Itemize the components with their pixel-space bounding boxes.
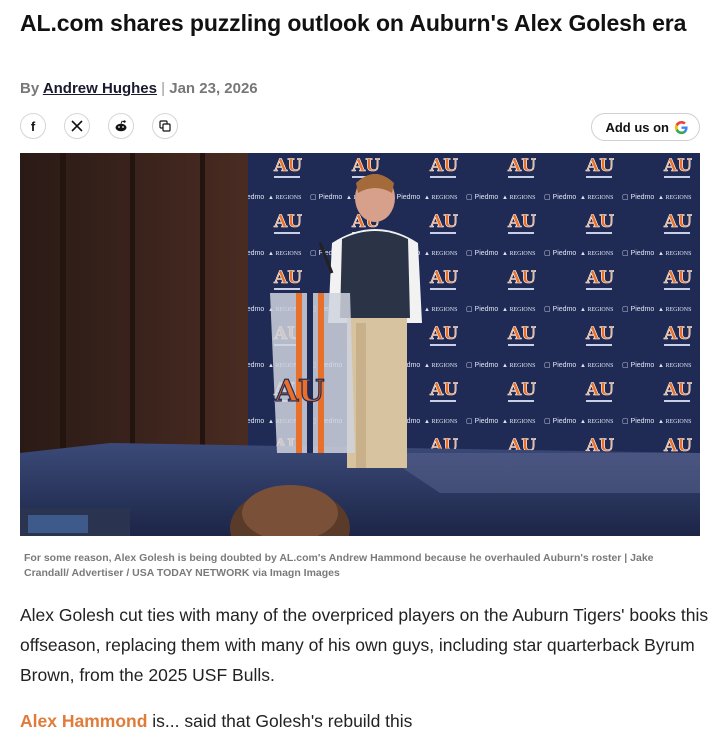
share-reddit-button[interactable] — [108, 113, 134, 139]
body-paragraph: Alex Golesh cut ties with many of the ov… — [20, 605, 709, 685]
podium-logo: AU — [274, 374, 324, 409]
next-paragraph-lead-link[interactable]: Alex Hammond — [20, 711, 147, 731]
article: AL.com shares puzzling outlook on Auburn… — [0, 0, 720, 731]
article-photo: AU ▢ Piedmont ▲ REGIONS — [20, 153, 700, 536]
byline-separator: | — [161, 80, 166, 97]
next-paragraph-text: is... said that Golesh's rebuild this — [152, 711, 413, 731]
facebook-icon: f — [30, 118, 36, 134]
author-link[interactable]: Andrew Hughes — [43, 80, 157, 97]
headline: AL.com shares puzzling outlook on Auburn… — [20, 10, 687, 36]
press-conference-image: AU ▢ Piedmont ▲ REGIONS — [20, 153, 700, 536]
byline: By Andrew Hughes | Jan 23, 2026 — [20, 80, 258, 97]
share-x-button[interactable] — [64, 113, 90, 139]
add-us-on-google-button[interactable]: Add us on — [591, 113, 700, 141]
publish-date: Jan 23, 2026 — [169, 80, 258, 97]
next-paragraph: Alex Hammond is... said that Golesh's re… — [20, 706, 710, 736]
share-facebook-button[interactable]: f — [20, 113, 46, 139]
x-twitter-icon — [71, 120, 83, 132]
copy-link-button[interactable] — [152, 113, 178, 139]
reddit-icon — [115, 120, 127, 132]
google-g-icon — [674, 120, 688, 134]
add-us-label: Add us on — [605, 119, 669, 135]
copy-link-icon — [159, 120, 171, 132]
photo-caption: For some reason, Alex Golesh is being do… — [24, 552, 654, 579]
byline-prefix: By — [20, 80, 40, 97]
share-toolbar: f Add us on — [20, 113, 700, 141]
